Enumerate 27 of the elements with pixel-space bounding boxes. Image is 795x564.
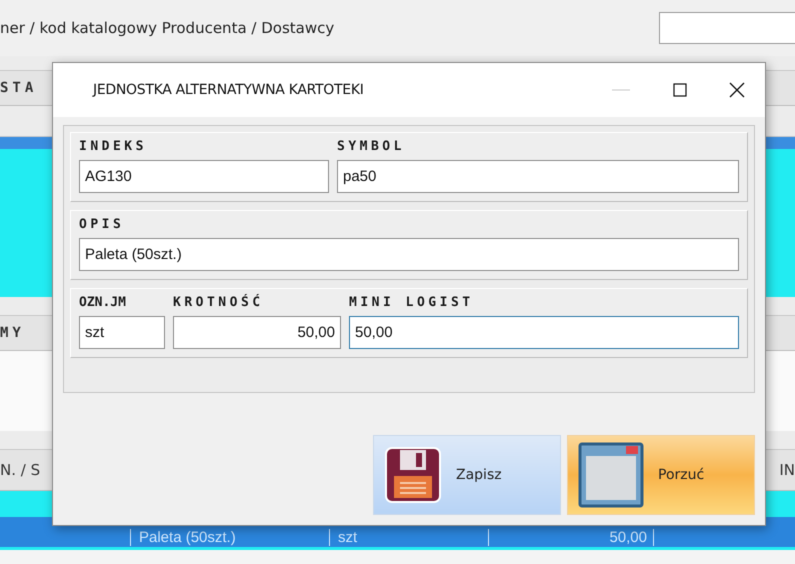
column-header: IN: [779, 461, 795, 479]
input-field[interactable]: 50,00: [173, 316, 341, 349]
table-cell: Paleta (50szt.): [130, 529, 329, 546]
search-field[interactable]: [659, 12, 795, 44]
field-label: OZN.JM: [79, 295, 127, 310]
field-label: INDEKS: [79, 139, 148, 154]
field-label: OPIS: [79, 217, 126, 232]
header-label: ner / kod katalogowy Producenta / Dostawcy: [0, 19, 334, 37]
column-header: STA: [0, 80, 38, 96]
input-field[interactable]: 50,00: [349, 316, 739, 349]
input-field[interactable]: AG130: [79, 160, 329, 193]
input-field[interactable]: pa50: [337, 160, 739, 193]
field-label: MINI LOGIST: [349, 295, 475, 310]
column-header: N. / S: [0, 461, 40, 479]
input-field[interactable]: szt: [79, 316, 165, 349]
field-label: KROTNOŚĆ: [173, 295, 265, 310]
window-title: JEDNOSTKA ALTERNATYWNA KARTOTEKI: [93, 82, 364, 98]
save-button[interactable]: Zapisz: [373, 435, 561, 515]
maximize-icon[interactable]: [673, 83, 687, 97]
table-cell: 50,00: [488, 529, 654, 546]
column-header: MY: [0, 325, 25, 341]
window-close-icon: [578, 442, 644, 508]
input-field[interactable]: Paleta (50szt.): [79, 238, 739, 271]
field-label: SYMBOL: [337, 139, 406, 154]
table-cell: szt: [329, 529, 488, 546]
close-icon[interactable]: [729, 82, 745, 98]
discard-button[interactable]: Porzuć: [567, 435, 755, 515]
